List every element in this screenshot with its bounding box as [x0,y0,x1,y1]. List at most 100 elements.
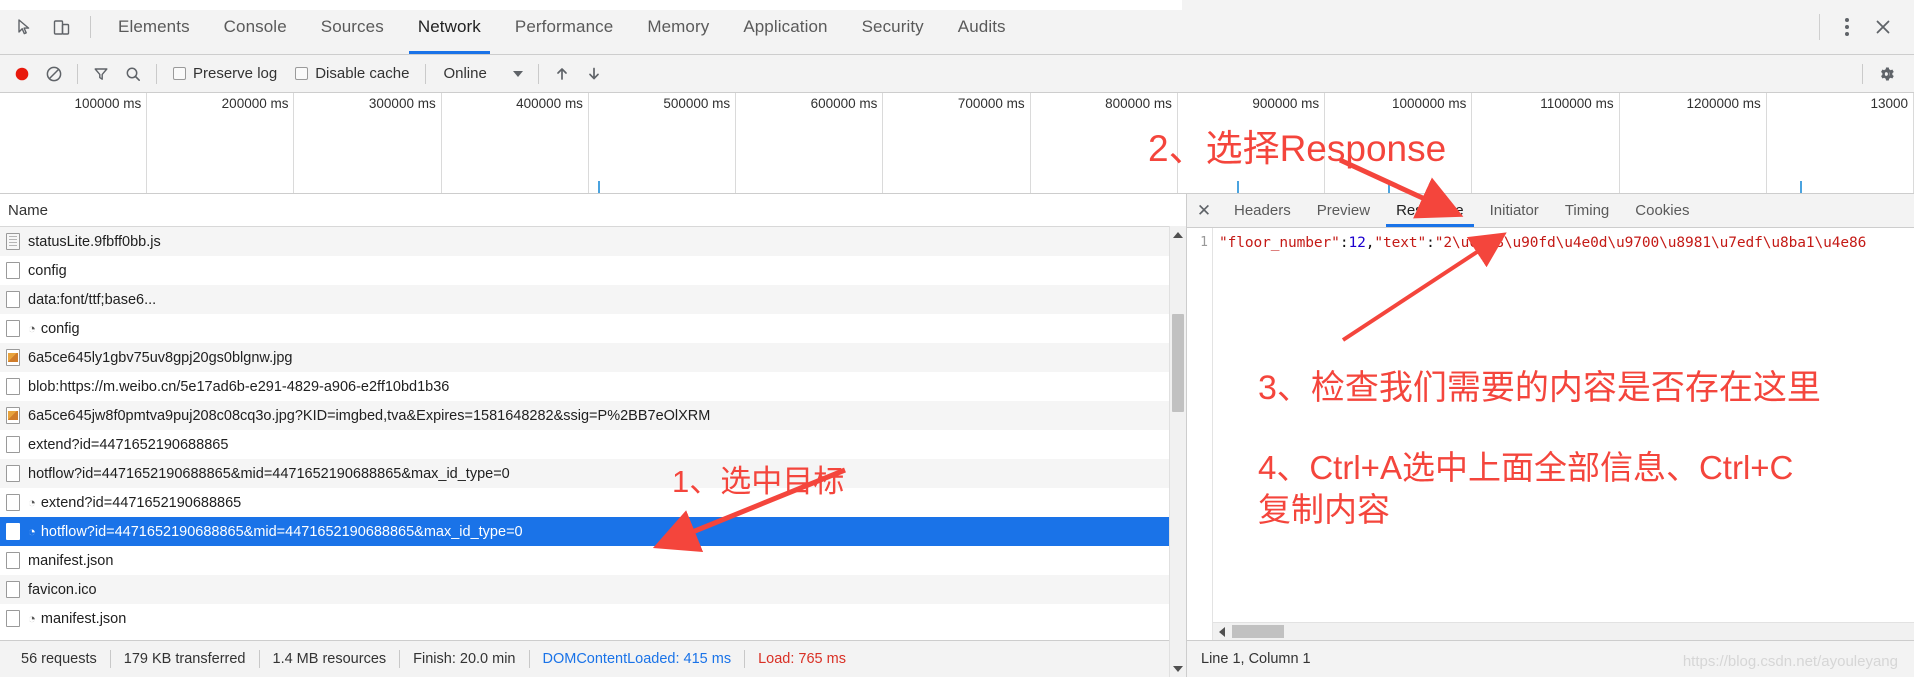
request-name: manifest.json [28,552,114,569]
tab-security[interactable]: Security [845,0,941,54]
table-row[interactable]: 6a5ce645jw8f0pmtva9puj208c08cq3o.jpg?KID… [0,401,1186,430]
tab-label: Console [223,17,287,36]
tick-label: 800000 ms [1105,96,1172,111]
chevron-down-icon[interactable] [512,70,523,77]
timeline-tick: 100000 ms [0,93,148,193]
download-har-icon[interactable] [578,59,610,89]
requests-list[interactable]: statusLite.9fbff0bb.js config data:font/… [0,227,1186,640]
json-token: 12 [1348,235,1366,251]
timeline-tick: 1100000 ms [1472,93,1620,193]
more-options-icon[interactable] [1832,10,1862,44]
timeline-tick: 700000 ms [883,93,1031,193]
table-row[interactable]: favicon.ico [0,575,1186,604]
table-row[interactable]: ◔ extend?id=4471652190688865 [0,488,1186,517]
scrollbar-thumb[interactable] [1232,625,1284,638]
load-time: Load: 765 ms [758,651,846,667]
response-body-text[interactable]: "floor_number":12,"text":"2\u6708\u90fd\… [1213,228,1914,640]
requests-column-header[interactable]: Name [0,194,1186,227]
doc-file-icon [6,320,20,337]
tick-label: 300000 ms [368,96,436,111]
close-detail-icon[interactable]: ✕ [1187,194,1221,227]
table-row[interactable]: data:font/ttf;base6... [0,285,1186,314]
requests-pane: Name statusLite.9fbff0bb.js config data:… [0,194,1187,677]
record-icon[interactable] [6,59,38,89]
scroll-down-icon[interactable] [1170,660,1186,677]
tab-sources[interactable]: Sources [304,0,401,54]
tab-performance[interactable]: Performance [498,0,630,54]
requests-vertical-scrollbar[interactable] [1169,226,1186,677]
gear-icon[interactable] [1870,59,1902,89]
table-row[interactable]: blob:https://m.weibo.cn/5e17ad6b-e291-48… [0,372,1186,401]
preserve-log-checkbox[interactable]: Preserve log [164,65,286,82]
tab-initiator[interactable]: Initiator [1477,194,1552,227]
table-row[interactable]: config [0,256,1186,285]
doc-file-icon [6,262,20,279]
clear-icon[interactable] [38,59,70,89]
timeline-tick: 400000 ms [442,93,589,193]
pending-clock-icon: ◔ [28,524,36,539]
network-main: Name statusLite.9fbff0bb.js config data:… [0,194,1914,677]
table-row[interactable]: hotflow?id=4471652190688865&mid=44716521… [0,459,1186,488]
tab-console[interactable]: Console [207,0,304,54]
table-row[interactable]: extend?id=4471652190688865 [0,430,1186,459]
filter-icon[interactable] [85,59,117,89]
tab-elements[interactable]: Elements [101,0,207,54]
inspect-element-icon[interactable] [8,10,42,44]
tab-audits[interactable]: Audits [941,0,1023,54]
tab-headers[interactable]: Headers [1221,194,1304,227]
table-row[interactable]: 6a5ce645ly1gbv75uv8gpj20gs0blgnw.jpg [0,343,1186,372]
request-name: config [28,262,67,279]
response-body-viewer[interactable]: 1 "floor_number":12,"text":"2\u6708\u90f… [1187,228,1914,640]
request-name: 6a5ce645ly1gbv75uv8gpj20gs0blgnw.jpg [28,349,293,366]
device-toolbar-icon[interactable] [44,10,78,44]
scroll-left-icon[interactable] [1213,623,1230,640]
timeline-tick: 1200000 ms [1620,93,1767,193]
tab-label: Headers [1234,202,1291,219]
tick-label: 1100000 ms [1540,96,1614,111]
tab-response[interactable]: Response [1383,194,1477,227]
tab-label: Response [1396,202,1464,219]
tab-label: Timing [1564,202,1610,219]
close-icon[interactable] [1866,10,1900,44]
tabbar-right-icons [1811,0,1914,54]
request-name: extend?id=4471652190688865 [28,436,229,453]
timeline-tick: 300000 ms [294,93,442,193]
request-name: extend?id=4471652190688865 [40,494,242,511]
tick-label: 1000000 ms [1392,96,1467,111]
network-overview[interactable]: 100000 ms 200000 ms 300000 ms 400000 ms … [0,93,1914,194]
response-horizontal-scrollbar[interactable] [1213,622,1914,640]
search-icon[interactable] [117,59,149,89]
toolbar-divider-3 [425,63,427,84]
tabbar-divider [90,16,91,38]
tab-label: Application [743,17,828,36]
table-row[interactable]: ◔ config [0,314,1186,343]
request-name: data:font/ttf;base6... [28,291,157,308]
checkbox-box[interactable] [295,67,309,80]
timeline-tick: 200000 ms [147,93,295,193]
toolbar-divider-2 [156,63,157,84]
tab-network[interactable]: Network [401,0,498,54]
table-row[interactable]: statusLite.9fbff0bb.js [0,227,1186,256]
table-row-selected[interactable]: ◔ hotflow?id=4471652190688865&mid=447165… [0,517,1186,546]
doc-file-icon [6,552,20,569]
doc-file-icon [6,523,20,540]
disable-cache-checkbox[interactable]: Disable cache [286,65,418,82]
request-name: blob:https://m.weibo.cn/5e17ad6b-e291-48… [28,378,450,395]
tab-application[interactable]: Application [726,0,844,54]
scroll-up-icon[interactable] [1170,226,1186,243]
tab-label: Cookies [1635,202,1690,219]
timeline-tick: 500000 ms [589,93,737,193]
tab-memory[interactable]: Memory [630,0,726,54]
tab-label: Initiator [1489,202,1539,219]
upload-har-icon[interactable] [546,59,578,89]
tab-timing[interactable]: Timing [1552,194,1622,227]
tab-preview[interactable]: Preview [1304,194,1383,227]
tick-label: 700000 ms [957,96,1025,111]
table-row[interactable]: manifest.json [0,546,1186,575]
scrollbar-thumb[interactable] [1172,314,1184,412]
tab-cookies[interactable]: Cookies [1622,194,1702,227]
disable-cache-label: Disable cache [315,65,410,82]
checkbox-box[interactable] [173,67,186,80]
throttling-dropdown[interactable]: Online [433,65,530,82]
table-row[interactable]: ◔ manifest.json [0,604,1186,633]
